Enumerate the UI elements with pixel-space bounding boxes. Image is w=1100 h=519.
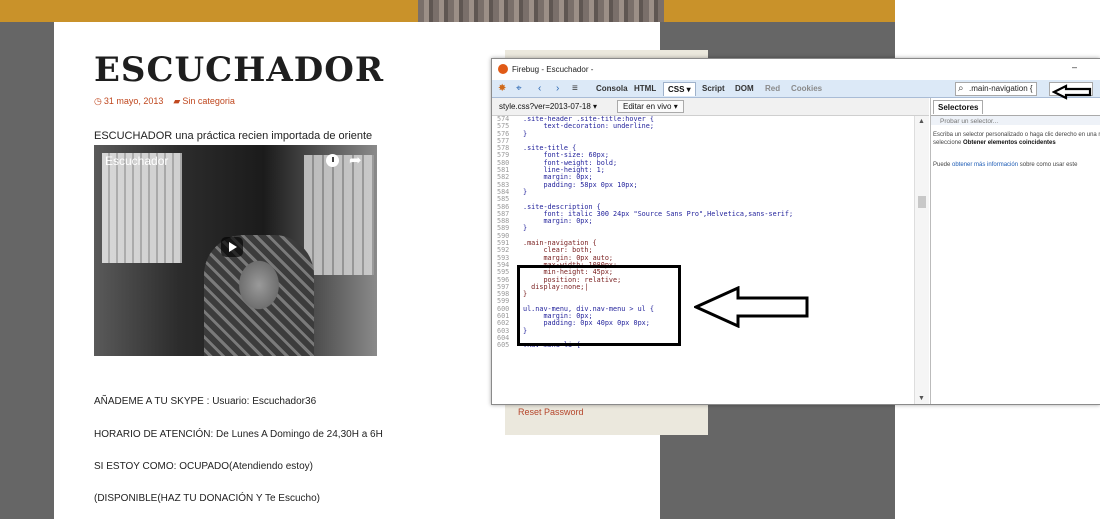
stylesheet-select[interactable]: style.css?ver=2013-07-18 ▾ xyxy=(499,102,597,111)
post-category-text: Sin categoria xyxy=(182,96,235,106)
firebug-icon xyxy=(498,64,508,74)
editor-scrollbar[interactable]: ▲ ▼ xyxy=(914,116,929,404)
forward-icon[interactable]: › xyxy=(556,83,559,94)
tab-css[interactable]: CSS ▾ xyxy=(663,82,696,96)
clock-icon: ◷ xyxy=(94,96,102,106)
css-source-editor[interactable]: 574 .site-header .site-title:hover {575 t… xyxy=(492,116,914,404)
edit-live-button[interactable]: Editar en vivo ▾ xyxy=(617,100,684,113)
video-title[interactable]: Escuchador xyxy=(105,154,168,168)
firebug-window-title: Firebug - Escuchador - xyxy=(512,65,594,74)
inspect-icon[interactable]: ⌖ xyxy=(516,83,522,94)
arrow-icon xyxy=(694,286,809,328)
more-info-link[interactable]: obtener más información xyxy=(952,162,1018,168)
post-category[interactable]: ▰ Sin categoria xyxy=(173,96,234,107)
play-icon[interactable] xyxy=(221,237,243,257)
selector-input[interactable]: Probar un selector... xyxy=(940,118,998,125)
firebug-menu-icon[interactable]: ✸ xyxy=(498,83,506,94)
code-text: } xyxy=(523,224,528,233)
scroll-up-icon[interactable]: ▲ xyxy=(918,118,925,125)
selectors-panel: Selectores Probar un selector... Escriba… xyxy=(930,98,1100,404)
back-icon[interactable]: ‹ xyxy=(538,83,541,94)
search-input[interactable]: .main-navigation { xyxy=(955,82,1037,96)
more-post: sobre como usar este xyxy=(1018,162,1078,168)
folder-icon: ▰ xyxy=(173,96,181,106)
video-background-window xyxy=(102,153,182,263)
site-title[interactable]: ESCUCHADOR xyxy=(94,50,384,90)
more-pre: Puede xyxy=(933,162,953,168)
code-line[interactable]: 576} xyxy=(492,129,914,138)
post-line-ocupado: SI ESTOY COMO: OCUPADO(Atendiendo estoy) xyxy=(94,461,313,472)
code-line[interactable]: 588 margin: 0px; xyxy=(492,217,914,226)
video-embed[interactable]: Escuchador ➦ xyxy=(94,145,377,356)
clock-icon[interactable] xyxy=(326,154,339,167)
code-line[interactable]: 589} xyxy=(492,224,914,233)
highlight-box xyxy=(517,265,681,346)
scroll-down-icon[interactable]: ▼ xyxy=(918,395,925,402)
tab-html[interactable]: HTML xyxy=(634,84,656,93)
selectors-help-text: Escriba un selector personalizado o haga… xyxy=(933,131,1100,147)
code-text: } xyxy=(523,187,528,196)
post-line-skype: AÑADEME A TU SKYPE : Usuario: Escuchador… xyxy=(94,396,317,407)
post-date-text: 31 mayo, 2013 xyxy=(103,96,164,106)
post-line-horario: HORARIO DE ATENCIÓN: De Lunes A Domingo … xyxy=(94,429,383,440)
tab-red[interactable]: Red xyxy=(765,84,780,93)
post-intro: ESCUCHADOR una práctica recien importada… xyxy=(94,130,373,142)
help-bold: Obtener elementos coincidentes xyxy=(963,140,1056,146)
code-line[interactable]: 583 padding: 58px 0px 10px; xyxy=(492,180,914,189)
code-line[interactable]: 584} xyxy=(492,187,914,196)
command-line-icon[interactable]: ≡ xyxy=(572,83,578,94)
post-line-disponible: (DISPONIBLE(HAZ TU DONACIÓN Y Te Escucho… xyxy=(94,493,320,504)
share-icon[interactable]: ➦ xyxy=(349,151,362,169)
firebug-toolbar: ✸ ⌖ ‹ › ≡ Consola HTML CSS ▾ Script DOM … xyxy=(492,80,1100,98)
header-image xyxy=(418,0,664,22)
minimize-button[interactable]: – xyxy=(1072,62,1077,72)
code-text: } xyxy=(523,129,528,138)
selectors-more-info: Puede obtener más información sobre como… xyxy=(933,162,1077,168)
firebug-titlebar: Firebug - Escuchador - – xyxy=(492,59,1100,80)
scrollbar-thumb[interactable] xyxy=(918,196,926,208)
code-text: padding: 58px 0px 10px; xyxy=(523,180,638,189)
code-line[interactable]: 575 text-decoration: underline; xyxy=(492,122,914,131)
post-date[interactable]: ◷ 31 mayo, 2013 xyxy=(94,96,163,107)
tab-cookies[interactable]: Cookies xyxy=(791,84,822,93)
tab-consola[interactable]: Consola xyxy=(596,84,628,93)
css-file-bar: style.css?ver=2013-07-18 ▾ Editar en viv… xyxy=(492,98,929,116)
tab-script[interactable]: Script xyxy=(702,84,725,93)
tab-dom[interactable]: DOM xyxy=(735,84,754,93)
video-background-window-right xyxy=(304,155,374,275)
firebug-window: Firebug - Escuchador - – ✸ ⌖ ‹ › ≡ Conso… xyxy=(491,58,1100,405)
code-text: margin: 0px; xyxy=(523,217,593,226)
search-arrow-icon xyxy=(1052,84,1092,100)
reset-password-link[interactable]: Reset Password xyxy=(518,407,584,417)
line-number: 605 xyxy=(497,341,510,350)
tab-selectores[interactable]: Selectores xyxy=(933,100,984,114)
post-meta: ◷ 31 mayo, 2013 ▰ Sin categoria xyxy=(94,96,235,107)
code-text: text-decoration: underline; xyxy=(523,122,654,131)
